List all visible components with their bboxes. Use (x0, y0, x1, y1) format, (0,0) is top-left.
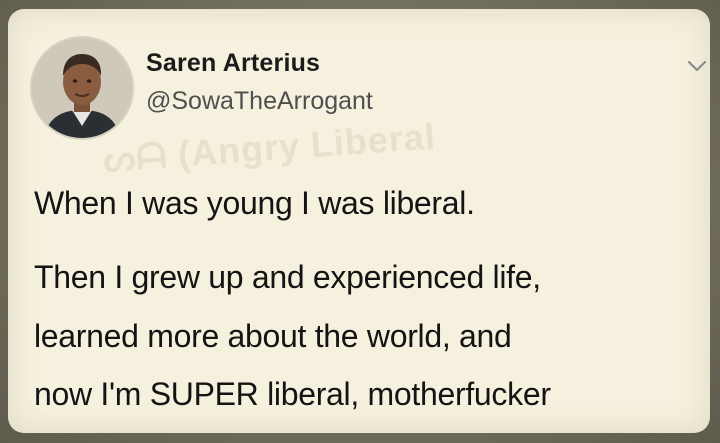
tweet-text-line-3: learned more about the world, and (34, 318, 512, 354)
tweet-card: Saren Arterius @SowaTheArrogant ᔕᗩ (Angr… (8, 9, 710, 433)
avatar-photo (32, 38, 132, 138)
tweet-text-line-1: When I was young I was liberal. (34, 185, 475, 221)
chevron-down-icon[interactable] (686, 57, 708, 75)
image-frame: Saren Arterius @SowaTheArrogant ᔕᗩ (Angr… (0, 0, 720, 443)
watermark: ᔕᗩ (Angry Liberal (101, 115, 437, 180)
avatar[interactable] (30, 36, 134, 140)
tweet-text-line-2: Then I grew up and experienced life, (34, 259, 541, 295)
author-handle[interactable]: @SowaTheArrogant (146, 87, 373, 116)
author-name[interactable]: Saren Arterius (146, 49, 320, 78)
tweet-text-line-4: now I'm SUPER liberal, motherfucker (34, 376, 551, 412)
